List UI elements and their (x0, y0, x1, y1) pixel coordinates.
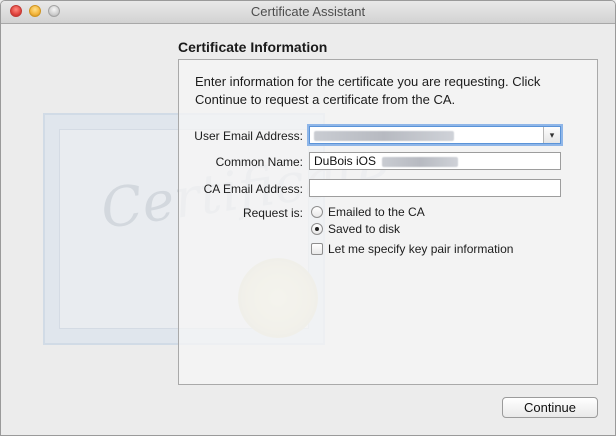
title-bar: Certificate Assistant (1, 1, 615, 24)
user-email-field[interactable]: ▾ (309, 126, 561, 144)
intro-text: Enter information for the certificate yo… (195, 74, 541, 107)
ca-email-label: CA Email Address: (203, 182, 303, 196)
window-title: Certificate Assistant (250, 4, 366, 19)
common-name-field[interactable]: DuBois iOS (309, 152, 561, 170)
common-name-label: Common Name: (215, 155, 303, 169)
option-emailed-label[interactable]: Emailed to the CA (328, 205, 425, 219)
common-name-value: DuBois iOS (314, 154, 377, 168)
radio-emailed-to-ca[interactable] (311, 206, 323, 218)
request-is-label: Request is: (242, 206, 303, 220)
user-email-label: User Email Address: (194, 129, 303, 143)
ca-email-field[interactable] (309, 179, 561, 197)
certificate-assistant-window: Certificate Assistant Certificate Certif… (0, 0, 616, 436)
key-pair-label[interactable]: Let me specify key pair information (328, 242, 513, 256)
redacted-text (314, 130, 454, 141)
key-pair-checkbox[interactable] (311, 243, 323, 255)
continue-button[interactable]: Continue (502, 397, 598, 418)
certificate-info-panel: Enter information for the certificate yo… (178, 59, 598, 385)
redacted-text (382, 156, 459, 167)
radio-saved-to-disk[interactable] (311, 223, 323, 235)
chevron-down-icon[interactable]: ▾ (543, 127, 560, 143)
section-title: Certificate Information (178, 39, 328, 55)
option-saved-label[interactable]: Saved to disk (328, 222, 400, 236)
